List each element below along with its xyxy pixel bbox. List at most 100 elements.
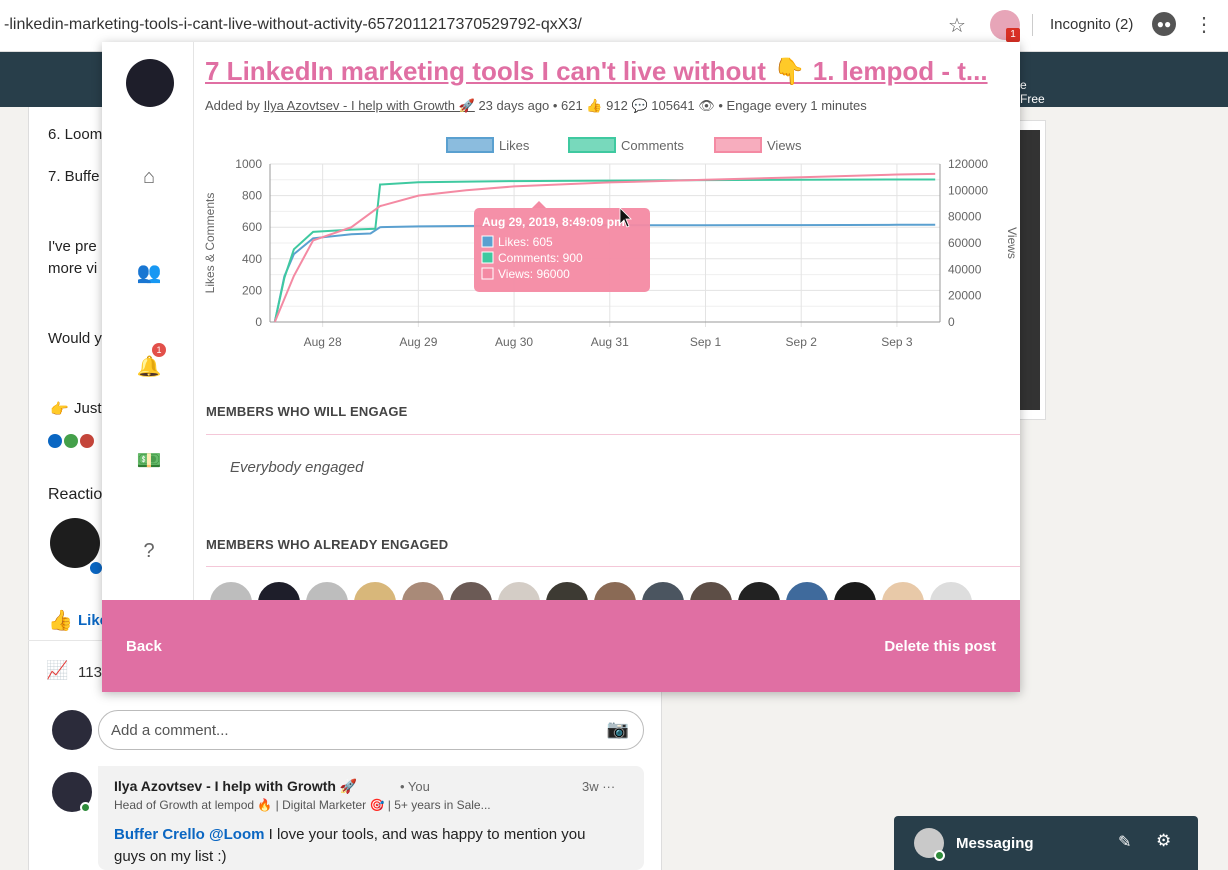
bookmark-star-icon[interactable]: ☆ (948, 13, 966, 38)
tooltip-title: Aug 29, 2019, 8:49:09 pm (482, 215, 625, 229)
comment-input[interactable]: Add a comment... 📷 (98, 710, 644, 750)
online-status-dot (934, 850, 945, 861)
legend-label-comments: Comments (621, 138, 684, 153)
kebab-icon[interactable]: ⋮ (1194, 12, 1214, 37)
extension-badge: 1 (1006, 28, 1020, 42)
reaction-icons[interactable] (48, 434, 94, 448)
online-status-dot (80, 802, 91, 813)
comment-time[interactable]: 3w ··· (582, 779, 615, 794)
post-meta: Added by Ilya Azovtsev - I help with Gro… (205, 98, 867, 114)
tooltip-line: Likes: 605 (498, 235, 553, 249)
y-tick-left: 1000 (235, 157, 262, 171)
toolbar-separator (1032, 14, 1033, 36)
celebrate-reaction-icon (64, 434, 78, 448)
mention-buffer-crello[interactable]: Buffer Crello (114, 826, 205, 843)
post-title-link[interactable]: 7 LinkedIn marketing tools I can't live … (205, 56, 1013, 87)
tooltip-swatch (481, 251, 494, 264)
post-text-line: 6. Loom (48, 126, 103, 143)
y-tick-left: 400 (242, 252, 262, 266)
y-tick-left: 0 (255, 315, 262, 329)
incognito-icon[interactable]: ●● (1152, 12, 1176, 36)
my-avatar[interactable] (52, 710, 92, 750)
messaging-bar[interactable]: Messaging ✎ ⚙ (894, 816, 1198, 870)
home-icon[interactable]: ⌂ (136, 166, 162, 189)
section-will-engage-title: MEMBERS WHO WILL ENGAGE (206, 404, 408, 419)
tooltip-caret (532, 201, 546, 208)
y-axis-label-left: Likes & Comments (203, 193, 217, 294)
tooltip-line: Comments: 900 (498, 251, 583, 265)
comment-text: Buffer Crello @Loom I love your tools, a… (114, 824, 614, 868)
url-text[interactable]: -linkedin-marketing-tools-i-cant-live-wi… (4, 16, 582, 34)
promo-line-2: Free (1020, 92, 1045, 106)
comment-bubble: Ilya Azovtsev - I help with Growth 🚀 • Y… (98, 766, 644, 870)
x-tick-label: Sep 1 (690, 335, 722, 349)
meta-stats: 23 days ago • 621 👍 912 💬 105641 👁 • Eng… (478, 98, 867, 113)
x-tick-label: Aug 29 (399, 335, 437, 349)
comment-placeholder: Add a comment... (111, 722, 229, 739)
y-tick-left: 600 (242, 220, 262, 234)
x-tick-label: Aug 28 (304, 335, 342, 349)
y-tick-right: 0 (948, 315, 955, 329)
section-already-engaged-title: MEMBERS WHO ALREADY ENGAGED (206, 537, 449, 552)
camera-icon[interactable]: 📷 (607, 719, 629, 740)
promo-line-1: e (1020, 78, 1027, 92)
back-button[interactable]: Back (126, 638, 162, 655)
legend-label-likes: Likes (499, 138, 530, 153)
section-divider (206, 566, 1020, 567)
gear-icon[interactable]: ⚙ (1156, 831, 1171, 851)
y-tick-right: 20000 (948, 289, 982, 303)
post-text-line: more vi (48, 260, 98, 277)
love-reaction-icon (80, 434, 94, 448)
people-icon[interactable]: 👥 (136, 260, 162, 285)
post-text-line: 7. Buffe (48, 168, 100, 185)
x-tick-label: Aug 30 (495, 335, 533, 349)
tooltip-swatch (481, 235, 494, 248)
post-text-line: Would y (48, 330, 102, 347)
bell-icon[interactable]: 🔔 (136, 354, 162, 379)
reactions-heading: Reactio (48, 486, 103, 503)
x-tick-label: Sep 2 (786, 335, 818, 349)
section-divider (206, 434, 1020, 435)
compose-icon[interactable]: ✎ (1118, 832, 1131, 852)
engagement-chart[interactable]: 0 200 400 600 800 1000 0 20000 40000 60000 80000 10… (202, 130, 1020, 400)
tooltip-line: Views: 96000 (498, 267, 570, 281)
post-text-line: Just (74, 400, 102, 417)
views-count[interactable]: 113 (78, 664, 102, 681)
y-tick-right: 80000 (948, 210, 982, 224)
y-tick-right: 120000 (948, 157, 988, 171)
premium-promo[interactable]: e Free (1020, 78, 1045, 106)
money-icon[interactable]: 💵 (136, 448, 162, 473)
comment-author[interactable]: Ilya Azovtsev - I help with Growth 🚀 (114, 778, 357, 795)
notification-count-badge: 1 (152, 343, 166, 357)
y-tick-left: 800 (242, 189, 262, 203)
meta-author-link[interactable]: Ilya Azovtsev - I help with Growth 🚀 (264, 98, 475, 113)
y-axis-label-right: Views (1005, 227, 1019, 259)
delete-post-button[interactable]: Delete this post (884, 638, 996, 655)
comment-you-label: • You (400, 779, 430, 794)
right-rail-photo (1018, 130, 1040, 410)
comment-headline: Head of Growth at lempod 🔥 | Digital Mar… (114, 798, 491, 812)
popup-footer: Back Delete this post (102, 600, 1020, 692)
like-reaction-icon (48, 434, 62, 448)
incognito-label[interactable]: Incognito (2) (1050, 16, 1133, 33)
x-tick-label: Aug 31 (591, 335, 629, 349)
y-tick-right: 100000 (948, 183, 988, 197)
analytics-icon[interactable]: 📈 (46, 660, 68, 681)
everybody-engaged-text: Everybody engaged (230, 459, 364, 476)
popup-side-rail: ⌂ 👥 🔔 1 💵 ? (102, 42, 194, 600)
legend-swatch-likes (446, 137, 494, 153)
x-tick-label: Sep 3 (881, 335, 913, 349)
meta-prefix: Added by (205, 98, 260, 113)
legend-swatch-views (714, 137, 762, 153)
user-avatar[interactable] (126, 59, 174, 107)
legend-swatch-comments (568, 137, 616, 153)
tooltip-swatch (481, 267, 494, 280)
lempod-popup: ⌂ 👥 🔔 1 💵 ? 7 LinkedIn marketing tools I… (102, 42, 1020, 692)
like-thumb-icon[interactable]: 👍 (48, 608, 73, 633)
messaging-label[interactable]: Messaging (956, 835, 1034, 852)
legend-label-views: Views (767, 138, 802, 153)
y-tick-right: 60000 (948, 236, 982, 250)
help-icon[interactable]: ? (136, 540, 162, 563)
y-tick-left: 200 (242, 283, 262, 297)
mention-loom[interactable]: @Loom (209, 826, 264, 843)
